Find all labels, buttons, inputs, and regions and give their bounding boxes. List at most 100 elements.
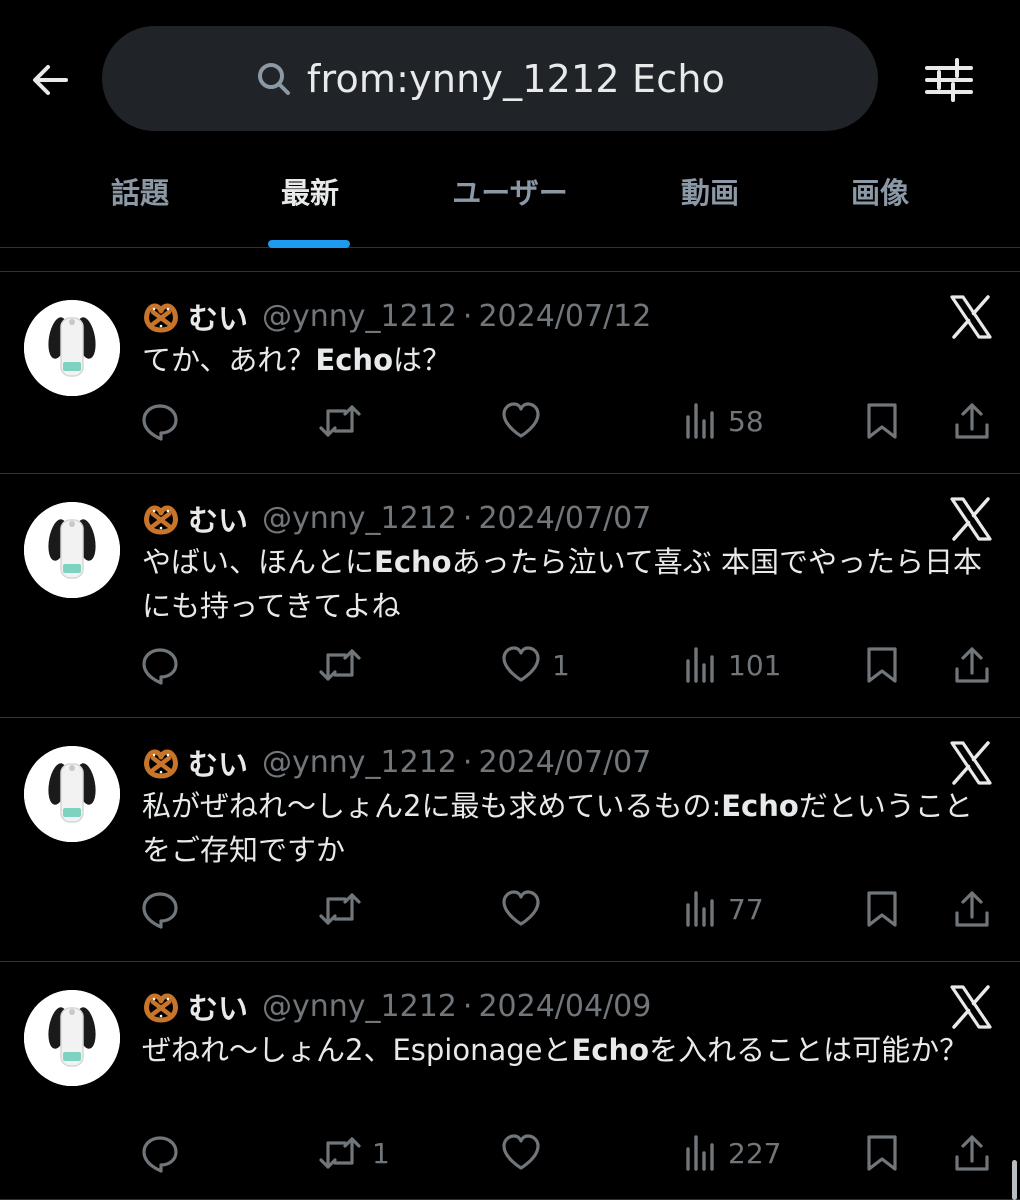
scrollbar[interactable]: [1012, 1160, 1017, 1200]
search-tabs: 話題 最新 ユーザー 動画 画像: [0, 150, 1020, 248]
display-name[interactable]: むい: [188, 984, 248, 1028]
text-segment: やばい、ほんとに: [142, 545, 375, 579]
share-icon: [952, 889, 992, 929]
views-button[interactable]: 227: [684, 1128, 781, 1178]
reply-button[interactable]: [140, 884, 190, 934]
share-button[interactable]: [952, 884, 992, 934]
views-button[interactable]: 101: [684, 640, 781, 690]
retweets-count: 1: [372, 1136, 390, 1170]
retweet-icon: [318, 401, 362, 441]
highlighted-keyword: Echo: [315, 343, 393, 377]
like-icon: [500, 1133, 542, 1173]
views-count: 77: [728, 892, 764, 926]
views-icon: [684, 1133, 718, 1173]
like-button[interactable]: 1: [500, 640, 570, 690]
like-icon: [500, 401, 542, 441]
avatar[interactable]: [24, 300, 120, 396]
bookmark-icon: [864, 645, 900, 685]
reply-button[interactable]: [140, 640, 190, 690]
tab-top[interactable]: 話題: [108, 170, 172, 214]
retweet-button[interactable]: [318, 884, 372, 934]
user-handle[interactable]: @ynny_1212: [262, 745, 457, 780]
share-icon: [952, 401, 992, 441]
tweet[interactable]: むい @ynny_1212 · 2024/07/07 私がぜねれ〜しょん2に最も求めてい…: [0, 718, 1020, 962]
reply-button[interactable]: [140, 396, 190, 446]
display-name[interactable]: むい: [188, 496, 248, 540]
views-count: 101: [728, 648, 782, 682]
pretzel-icon: [142, 297, 180, 335]
tab-latest[interactable]: 最新: [278, 170, 342, 214]
tweet-text: 私がぜねれ〜しょん2に最も求めているもの:Echoだということをご存知ですか: [142, 784, 992, 872]
separator-dot: ·: [462, 298, 473, 334]
share-button[interactable]: [952, 396, 992, 446]
like-button[interactable]: [500, 1128, 552, 1178]
retweet-button[interactable]: [318, 396, 372, 446]
tweet-header: むい @ynny_1212 · 2024/04/09: [142, 984, 651, 1028]
views-button[interactable]: 77: [684, 884, 764, 934]
views-icon: [684, 889, 718, 929]
like-button[interactable]: [500, 884, 552, 934]
back-button[interactable]: [22, 52, 78, 108]
views-button[interactable]: 58: [684, 396, 764, 446]
tab-videos[interactable]: 動画: [678, 170, 742, 214]
text-segment: てか、あれ？: [142, 343, 316, 377]
like-button[interactable]: [500, 396, 552, 446]
display-name[interactable]: むい: [188, 294, 248, 338]
tweet-actions: 1 101: [0, 640, 1020, 690]
share-button[interactable]: [952, 640, 992, 690]
tweet[interactable]: むい @ynny_1212 · 2024/07/12 てか、あれ？Echoは？ 58: [0, 272, 1020, 474]
search-input[interactable]: from:ynny_1212 Echo: [102, 26, 878, 131]
top-bar: from:ynny_1212 Echo: [0, 0, 1020, 150]
text-segment: は？: [393, 343, 452, 377]
highlighted-keyword: Echo: [374, 545, 452, 579]
avatar[interactable]: [24, 502, 120, 598]
search-filter-button[interactable]: [918, 52, 980, 108]
bookmark-button[interactable]: [864, 1128, 900, 1178]
views-icon: [684, 401, 718, 441]
tweet-text: てか、あれ？Echoは？: [142, 338, 992, 382]
tweet[interactable]: むい @ynny_1212 · 2024/04/09 ぜねれ〜しょん2、Espionag…: [0, 962, 1020, 1200]
back-arrow-icon: [33, 65, 68, 95]
user-handle[interactable]: @ynny_1212: [262, 501, 457, 536]
views-count: 58: [728, 404, 764, 438]
bookmark-button[interactable]: [864, 640, 900, 690]
retweet-button[interactable]: [318, 640, 372, 690]
display-name[interactable]: むい: [188, 740, 248, 784]
tweet-actions: 58: [0, 396, 1020, 446]
tweet-header: むい @ynny_1212 · 2024/07/07: [142, 496, 651, 540]
likes-count: 1: [552, 648, 570, 682]
tweet-date[interactable]: 2024/04/09: [478, 989, 651, 1024]
tweet-text: やばい、ほんとにEchoあったら泣いて喜ぶ 本国でやったら日本にも持ってきてよね: [142, 540, 992, 628]
filter-sliders-icon: [925, 58, 973, 102]
text-segment: を入れることは可能か？: [649, 1033, 969, 1067]
tweet-date[interactable]: 2024/07/12: [478, 299, 651, 334]
like-icon: [500, 645, 542, 685]
bookmark-button[interactable]: [864, 884, 900, 934]
tab-images[interactable]: 画像: [848, 170, 912, 214]
bookmark-icon: [864, 889, 900, 929]
share-button[interactable]: [952, 1128, 992, 1178]
x-logo-icon[interactable]: [948, 496, 994, 542]
share-icon: [952, 1133, 992, 1173]
tweet-header: むい @ynny_1212 · 2024/07/12: [142, 294, 651, 338]
tab-users[interactable]: ユーザー: [447, 170, 573, 214]
bookmark-button[interactable]: [864, 396, 900, 446]
avatar[interactable]: [24, 746, 120, 842]
reply-button[interactable]: [140, 1128, 190, 1178]
text-segment: ぜねれ〜しょん2、Espionageと: [142, 1033, 572, 1067]
user-handle[interactable]: @ynny_1212: [262, 989, 457, 1024]
avatar[interactable]: [24, 990, 120, 1086]
pretzel-icon: [142, 743, 180, 781]
bookmark-icon: [864, 1133, 900, 1173]
tweet[interactable]: むい @ynny_1212 · 2024/07/07 やばい、ほんとにEchoあったら泣…: [0, 474, 1020, 718]
x-logo-icon[interactable]: [948, 984, 994, 1030]
x-logo-icon[interactable]: [948, 740, 994, 786]
tweet-date[interactable]: 2024/07/07: [478, 745, 651, 780]
x-logo-icon[interactable]: [948, 294, 994, 340]
retweet-button[interactable]: 1: [318, 1128, 390, 1178]
tweet-text: ぜねれ〜しょん2、EspionageとEchoを入れることは可能か？: [142, 1028, 992, 1072]
tweet-date[interactable]: 2024/07/07: [478, 501, 651, 536]
separator-dot: ·: [462, 744, 473, 780]
reply-icon: [140, 889, 180, 929]
user-handle[interactable]: @ynny_1212: [262, 299, 457, 334]
